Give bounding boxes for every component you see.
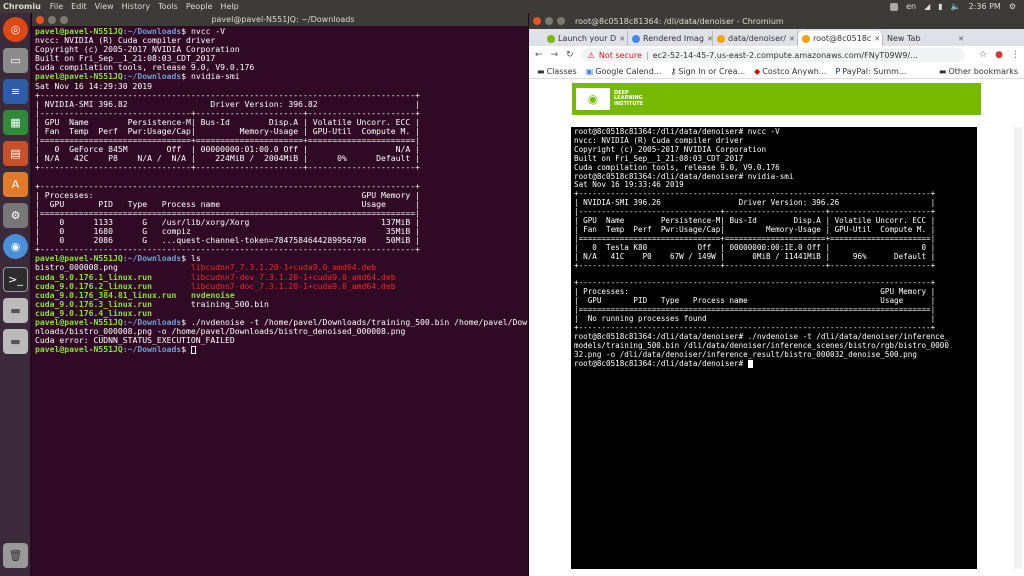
volume-icon[interactable]: 🔈 — [951, 2, 961, 11]
navigation-bar: ← → ↻ ⚠ Not secure | ec2-52-14-45-7.us-e… — [529, 46, 1024, 64]
forward-icon[interactable]: → — [551, 50, 559, 60]
scrollbar[interactable] — [1014, 127, 1022, 569]
chromium-icon[interactable]: ◉ — [3, 234, 28, 259]
app-name: Chromiu — [3, 2, 41, 11]
menu-tools[interactable]: Tools — [154, 2, 182, 11]
terminal-title: pavel@pavel-N551JQ: ~/Downloads — [211, 15, 355, 24]
dropbox-icon[interactable] — [890, 2, 899, 11]
terminal-output[interactable]: pavel@pavel-N551JQ:~/Downloads$ nvcc -V … — [32, 26, 528, 355]
language-indicator[interactable]: en — [906, 2, 916, 11]
reload-icon[interactable]: ↻ — [566, 50, 574, 60]
folder-icon: ▬ — [938, 66, 947, 76]
tab-rendered[interactable]: Rendered Imag ✕ — [628, 31, 713, 46]
menu-edit[interactable]: Edit — [67, 2, 91, 11]
close-tab-icon[interactable]: ✕ — [707, 35, 712, 43]
bookmark-sign-in[interactable]: ⚷ Sign In or Crea... — [670, 67, 745, 76]
bookmark-paypal[interactable]: P PayPal: Summ... — [835, 67, 906, 76]
browser-titlebar: root@8c0518c81364: /dli/data/denoiser - … — [529, 13, 1024, 29]
writer-icon[interactable]: ≡ — [3, 79, 28, 104]
nvidia-logo: ◉ — [576, 88, 610, 110]
paypal-icon: P — [835, 66, 841, 76]
software-center-icon[interactable]: A — [3, 172, 28, 197]
clock[interactable]: 2:36 PM — [969, 2, 1001, 11]
menu-history[interactable]: History — [118, 2, 154, 11]
star-icon[interactable]: ☆ — [979, 50, 987, 60]
browser-window: root@8c0518c81364: /dli/data/denoiser - … — [529, 13, 1024, 576]
menu-view[interactable]: View — [91, 2, 118, 11]
menu-file[interactable]: File — [46, 2, 67, 11]
trash-icon[interactable]: 🗑 — [3, 543, 28, 568]
settings-gear-icon[interactable]: ⚙ — [1009, 2, 1016, 11]
not-secure-label: Not secure — [598, 50, 642, 60]
impress-icon[interactable]: ▤ — [3, 141, 28, 166]
terminal-icon[interactable]: >_ — [3, 267, 28, 292]
minimize-button[interactable] — [48, 15, 56, 24]
page-content: ◉ DEEP LEARNING INSTITUTE root@8c0518c81… — [529, 79, 1024, 576]
jupyter-terminal-output[interactable]: root@8c0518c81364:/dli/data/denoiser# nv… — [571, 127, 977, 369]
other-bookmarks[interactable]: ▬ Other bookmarks — [939, 67, 1024, 76]
nvidia-dli-banner: ◉ DEEP LEARNING INSTITUTE — [572, 83, 981, 115]
tab-strip: Launch your D ✕ Rendered Imag ✕ data/denoi… — [529, 29, 1024, 46]
close-tab-icon[interactable]: ✕ — [619, 35, 625, 43]
network-icon[interactable]: ◢ — [924, 2, 930, 11]
ubuntu-dash-icon[interactable]: ◎ — [3, 17, 28, 42]
terminal-window[interactable]: pavel@pavel-N551JQ: ~/Downloads pavel@pa… — [32, 13, 528, 576]
tab-launch[interactable]: Launch your D ✕ — [543, 31, 628, 46]
close-tab-icon[interactable]: ✕ — [958, 35, 964, 43]
separator: | — [645, 50, 649, 60]
browser-title: root@8c0518c81364: /dli/data/denoiser - … — [575, 16, 784, 26]
menu-icon[interactable]: ⋮ — [1011, 50, 1024, 60]
menu-people[interactable]: People — [182, 2, 217, 11]
tab-favicon — [632, 34, 640, 43]
tab-favicon — [717, 34, 725, 43]
tab-favicon — [547, 34, 555, 43]
close-button[interactable] — [36, 15, 44, 24]
bookmarks-bar: ▬ Classes ▣ Google Calend... ⚷ Sign In or C… — [529, 64, 1024, 79]
bookmark-classes[interactable]: ▬ Classes — [537, 67, 577, 76]
tab-favicon — [802, 34, 810, 43]
cursor — [747, 359, 753, 368]
maximize-button[interactable] — [60, 15, 68, 24]
terminal-titlebar: pavel@pavel-N551JQ: ~/Downloads — [32, 13, 528, 26]
bookmark-costco[interactable]: ◆ Costco Anywh... — [754, 67, 826, 76]
tab-data-denoiser[interactable]: data/denoiser/✕ — [713, 31, 798, 46]
drive-icon-2[interactable]: ▬ — [3, 329, 28, 354]
tab-root-terminal[interactable]: root@8c0518c ✕ — [798, 31, 883, 46]
system-settings-icon[interactable]: ⚙ — [3, 203, 28, 228]
calc-icon[interactable]: ▦ — [3, 110, 28, 135]
extension-icon[interactable]: ● — [995, 50, 1003, 60]
tab-new-tab[interactable]: New Tab ✕ — [883, 31, 968, 46]
url-text: ec2-52-14-45-7.us-east-2.compute.amazona… — [652, 50, 918, 60]
close-tab-icon[interactable]: ✕ — [789, 35, 795, 43]
bookmark-google-calendar[interactable]: ▣ Google Calend... — [586, 67, 662, 76]
address-bar[interactable]: ⚠ Not secure | ec2-52-14-45-7.us-east-2.… — [581, 48, 966, 62]
minimize-button[interactable] — [545, 17, 553, 25]
back-icon[interactable]: ← — [535, 50, 543, 60]
nvidia-eye-icon: ◉ — [587, 92, 599, 106]
battery-icon[interactable]: ▮ — [938, 2, 942, 11]
jupyter-terminal[interactable]: root@8c0518c81364:/dli/data/denoiser# nv… — [571, 127, 977, 569]
launcher: ◎ ▭ ≡ ▦ ▤ A ⚙ ◉ >_ ▬ ▬ 🗑 — [0, 13, 31, 576]
cursor — [190, 345, 196, 354]
calendar-icon: ▣ — [585, 66, 594, 76]
key-icon: ⚷ — [670, 66, 677, 76]
top-panel: Chromiu File Edit View History Tools Peo… — [0, 0, 1024, 13]
folder-icon: ▬ — [537, 66, 545, 76]
costco-icon: ◆ — [754, 66, 761, 76]
warning-icon: ⚠ — [587, 50, 595, 60]
close-tab-icon[interactable]: ✕ — [874, 35, 880, 43]
file-manager-icon[interactable]: ▭ — [3, 48, 28, 73]
dli-brand-text: DEEP LEARNING INSTITUTE — [614, 89, 644, 107]
maximize-button[interactable] — [557, 17, 565, 25]
close-button[interactable] — [533, 17, 541, 25]
menu-help[interactable]: Help — [216, 2, 242, 11]
drive-icon[interactable]: ▬ — [3, 298, 28, 323]
